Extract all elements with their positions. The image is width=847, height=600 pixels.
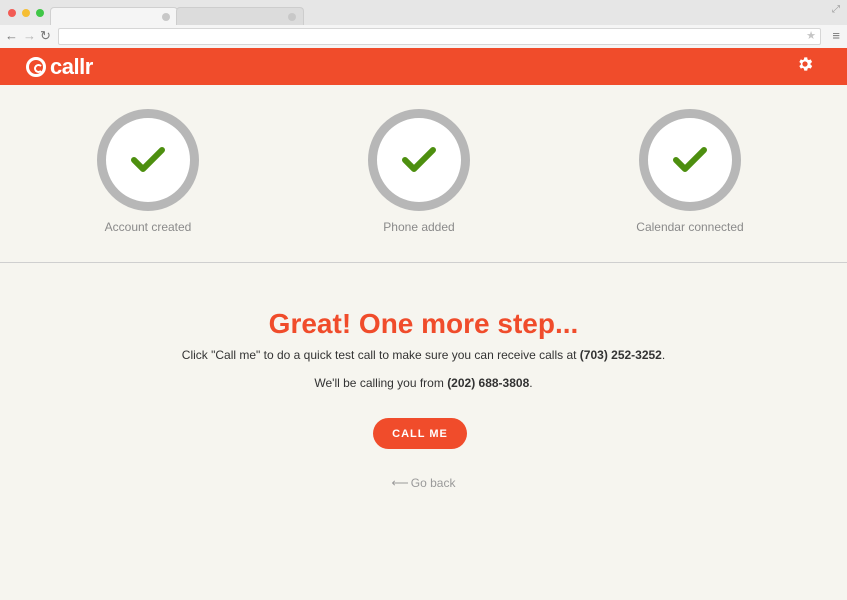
- step-phone-added: Phone added: [329, 109, 509, 234]
- step-circle: [97, 109, 199, 211]
- bookmark-star-icon[interactable]: ★: [806, 29, 816, 44]
- browser-tab-inactive[interactable]: [176, 7, 304, 25]
- progress-steps: Account created Phone added Calendar con…: [0, 85, 847, 263]
- minimize-window-button[interactable]: [22, 9, 30, 17]
- caller-text: We'll be calling you from: [314, 376, 448, 390]
- check-icon: [131, 147, 165, 172]
- instruction-suffix: .: [661, 348, 666, 362]
- check-icon: [673, 147, 707, 172]
- app-header: callr: [0, 48, 847, 85]
- step-label: Calendar connected: [636, 220, 744, 234]
- caller-suffix: .: [529, 376, 533, 390]
- step-calendar-connected: Calendar connected: [600, 109, 780, 234]
- user-phone-number: (703) 252-3252: [579, 348, 662, 362]
- back-arrow-icon[interactable]: ←: [5, 28, 18, 44]
- tab-strip: ⤢: [0, 0, 847, 25]
- forward-arrow-icon[interactable]: →: [23, 28, 36, 44]
- caller-phone-number: (202) 688-3808: [447, 376, 530, 390]
- callr-logo[interactable]: callr: [26, 53, 93, 81]
- caller-info: We'll be calling you from (202) 688-3808…: [0, 376, 847, 390]
- browser-tab-active[interactable]: [50, 7, 178, 25]
- close-window-button[interactable]: [8, 9, 16, 17]
- go-back-label: Go back: [410, 476, 456, 490]
- gear-icon[interactable]: [796, 55, 814, 73]
- browser-toolbar: ← → ↻ ★ ≡: [0, 25, 847, 48]
- instruction-text: Click "Call me" to do a quick test call …: [181, 348, 580, 362]
- brand-name: callr: [50, 54, 93, 79]
- reload-icon[interactable]: ↻: [40, 28, 51, 44]
- maximize-window-button[interactable]: [36, 9, 44, 17]
- browser-menu-icon[interactable]: ≡: [832, 28, 840, 44]
- back-arrow-icon: ⟵: [391, 476, 409, 490]
- step-label: Phone added: [383, 220, 455, 234]
- step-label: Account created: [104, 220, 192, 234]
- page-title: Great! One more step...: [268, 308, 579, 339]
- step-circle: [639, 109, 741, 211]
- check-icon: [402, 147, 436, 172]
- step-circle: [368, 109, 470, 211]
- step-account-created: Account created: [58, 109, 238, 234]
- call-me-button[interactable]: CALL ME: [373, 418, 467, 449]
- go-back-link[interactable]: ⟵ Go back: [0, 476, 847, 490]
- callr-logo-icon: [26, 57, 46, 77]
- fullscreen-icon[interactable]: ⤢: [832, 4, 840, 15]
- onboarding-page: Account created Phone added Calendar con…: [0, 85, 847, 600]
- tab-close-icon[interactable]: [162, 13, 170, 21]
- tab-close-icon[interactable]: [288, 13, 296, 21]
- address-bar[interactable]: ★: [58, 28, 821, 45]
- browser-chrome: ⤢ ← → ↻ ★ ≡: [0, 0, 847, 48]
- test-call-instructions: Click "Call me" to do a quick test call …: [0, 348, 847, 362]
